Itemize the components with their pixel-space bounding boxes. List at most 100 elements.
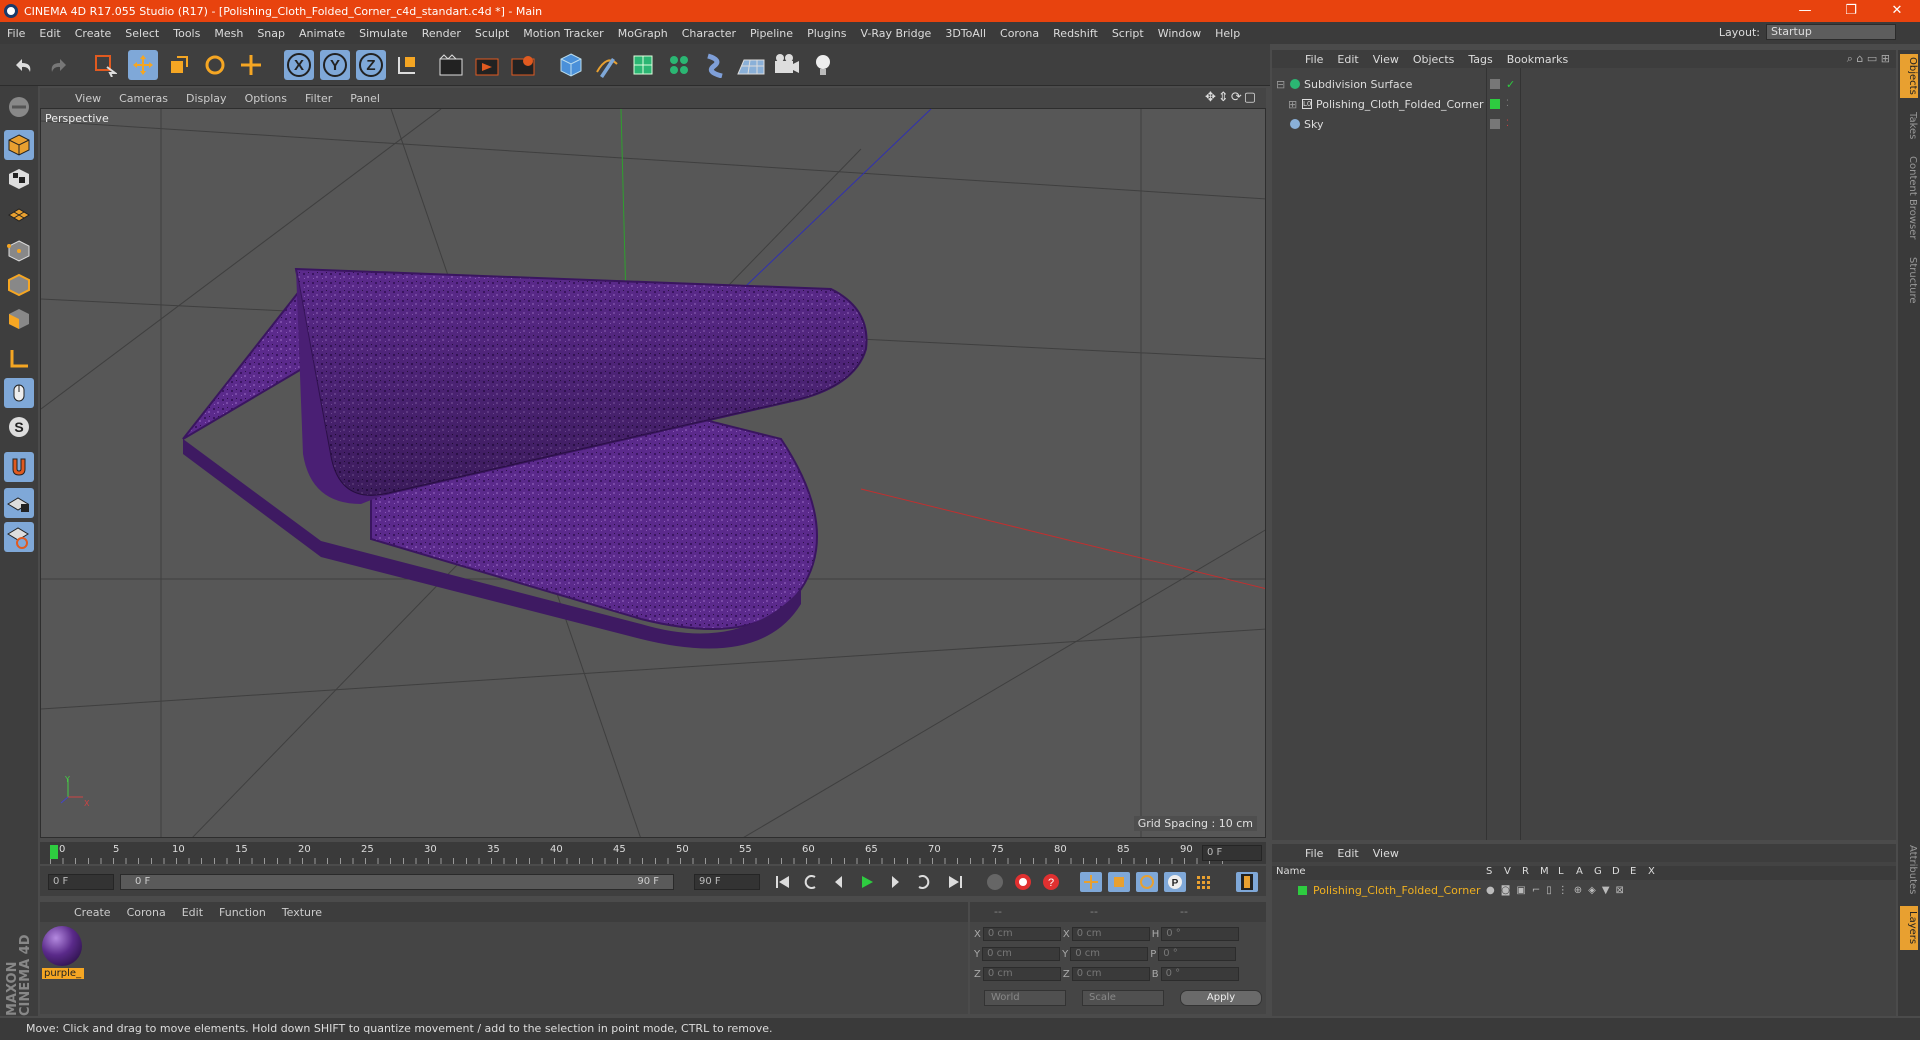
position-z-field[interactable]: 0 cm	[982, 967, 1061, 981]
key-point-level-icon[interactable]	[1192, 872, 1214, 892]
transform-mode-dropdown[interactable]: Scale	[1082, 990, 1164, 1006]
menu-tools[interactable]: Tools	[166, 27, 207, 40]
size-y-field[interactable]: 0 cm	[1070, 947, 1149, 961]
previous-frame-icon[interactable]	[828, 872, 850, 892]
object-row[interactable]: Sky ⁚	[1272, 114, 1896, 134]
redo-icon[interactable]	[44, 50, 74, 80]
menu-script[interactable]: Script	[1105, 27, 1151, 40]
rotation-p-field[interactable]: 0 °	[1158, 947, 1237, 961]
previous-keyframe-icon[interactable]	[800, 872, 822, 892]
points-mode-icon[interactable]	[4, 236, 34, 266]
menu-pipeline[interactable]: Pipeline	[743, 27, 800, 40]
min-time-field[interactable]: 0 F	[48, 874, 114, 890]
layer-color-icon[interactable]	[1490, 99, 1500, 109]
om-menu-file[interactable]: File	[1298, 53, 1330, 66]
menu-mograph[interactable]: MoGraph	[611, 27, 675, 40]
3d-viewport[interactable]: Y X Perspective Grid Spacing : 10 cm	[40, 108, 1266, 838]
floor-environment-icon[interactable]	[736, 50, 766, 80]
layer-toggle-icons[interactable]: ●◙▣⌐▯⋮⊕◈▼⊠	[1486, 885, 1630, 896]
menu-vray-bridge[interactable]: V-Ray Bridge	[853, 27, 938, 40]
preview-range-slider[interactable]: 0 F 90 F	[120, 874, 674, 890]
undo-icon[interactable]	[8, 50, 38, 80]
model-mode-icon[interactable]	[4, 130, 34, 160]
menu-snap[interactable]: Snap	[250, 27, 292, 40]
transform-tool-icon[interactable]	[236, 50, 266, 80]
polygons-mode-icon[interactable]	[4, 304, 34, 334]
solo-mode-icon[interactable]: S	[4, 412, 34, 442]
menu-window[interactable]: Window	[1151, 27, 1208, 40]
key-position-icon[interactable]	[1080, 872, 1102, 892]
viewport-menu-display[interactable]: Display	[177, 92, 236, 105]
pen-spline-icon[interactable]	[592, 50, 622, 80]
coordinate-space-dropdown[interactable]: World	[984, 990, 1066, 1006]
enabled-check-icon[interactable]: ✓	[1506, 78, 1515, 91]
menu-motion-tracker[interactable]: Motion Tracker	[516, 27, 610, 40]
layer-row[interactable]: Polishing_Cloth_Folded_Corner ●◙▣⌐▯⋮⊕◈▼⊠	[1272, 882, 1896, 898]
playhead[interactable]	[50, 845, 58, 859]
texture-mode-icon[interactable]	[4, 164, 34, 194]
menu-select[interactable]: Select	[118, 27, 166, 40]
menu-3dtoall[interactable]: 3DToAll	[938, 27, 993, 40]
polishing-cloth-model[interactable]	[182, 267, 868, 649]
tab-attributes[interactable]: Attributes	[1900, 840, 1918, 900]
restore-button[interactable]: ❐	[1828, 0, 1874, 22]
timeline-ruler[interactable]: 0 5 10 15 20 25 30 35 40 45 50 55 60 65 …	[40, 842, 1266, 864]
material-menu-function[interactable]: Function	[211, 906, 274, 919]
live-selection-icon[interactable]	[90, 50, 120, 80]
viewport-menu-options[interactable]: Options	[236, 92, 296, 105]
object-row[interactable]: ⊞ L0 Polishing_Cloth_Folded_Corner ⁚	[1272, 94, 1896, 114]
menu-redshift[interactable]: Redshift	[1046, 27, 1105, 40]
planar-workplane-icon[interactable]	[4, 522, 34, 552]
tab-takes[interactable]: Takes	[1900, 106, 1918, 146]
key-rotation-icon[interactable]	[1136, 872, 1158, 892]
go-to-end-icon[interactable]	[944, 872, 966, 892]
menu-create[interactable]: Create	[68, 27, 119, 40]
tweak-mode-icon[interactable]	[4, 378, 34, 408]
layer-color-swatch[interactable]	[1298, 885, 1307, 895]
snapping-icon[interactable]	[4, 452, 34, 482]
expand-icon[interactable]: ⊞	[1288, 98, 1302, 111]
menu-render[interactable]: Render	[415, 27, 468, 40]
material-menu-edit[interactable]: Edit	[174, 906, 211, 919]
max-time-field[interactable]: 90 F	[694, 874, 760, 890]
z-axis-lock-icon[interactable]: Z	[356, 50, 386, 80]
om-menu-bookmarks[interactable]: Bookmarks	[1500, 53, 1575, 66]
menu-character[interactable]: Character	[675, 27, 743, 40]
render-picture-viewer-icon[interactable]	[472, 50, 502, 80]
tab-content-browser[interactable]: Content Browser	[1900, 150, 1918, 246]
tab-structure[interactable]: Structure	[1900, 250, 1918, 310]
om-menu-edit[interactable]: Edit	[1330, 53, 1365, 66]
visibility-dots-icon[interactable]: ⁚	[1506, 99, 1509, 109]
render-settings-icon[interactable]	[508, 50, 538, 80]
y-axis-lock-icon[interactable]: Y	[320, 50, 350, 80]
menu-corona[interactable]: Corona	[993, 27, 1046, 40]
next-keyframe-icon[interactable]	[912, 872, 934, 892]
record-keys-icon[interactable]	[1012, 872, 1034, 892]
viewport-nav-icons[interactable]: ✥⇕⟳▢	[1205, 90, 1258, 105]
om-menu-view[interactable]: View	[1366, 53, 1406, 66]
editor-visibility-icon[interactable]	[1490, 79, 1500, 89]
cloner-icon[interactable]	[664, 50, 694, 80]
light-icon[interactable]	[808, 50, 838, 80]
apply-button[interactable]: Apply	[1180, 990, 1262, 1006]
go-to-start-icon[interactable]	[772, 872, 794, 892]
material-menu-texture[interactable]: Texture	[274, 906, 330, 919]
coordinate-system-icon[interactable]	[392, 50, 422, 80]
deformer-icon[interactable]	[700, 50, 730, 80]
position-y-field[interactable]: 0 cm	[982, 947, 1061, 961]
menu-plugins[interactable]: Plugins	[800, 27, 853, 40]
position-x-field[interactable]: 0 cm	[982, 927, 1061, 941]
make-editable-icon[interactable]	[4, 92, 34, 122]
play-icon[interactable]	[856, 872, 878, 892]
lm-menu-view[interactable]: View	[1366, 847, 1406, 860]
rotate-tool-icon[interactable]	[200, 50, 230, 80]
subdivision-surface-icon[interactable]	[628, 50, 658, 80]
menu-mesh[interactable]: Mesh	[207, 27, 250, 40]
editor-visibility-icon[interactable]	[1490, 119, 1500, 129]
material-swatch[interactable]: purple_	[42, 926, 84, 984]
locked-workplane-icon[interactable]	[4, 488, 34, 518]
tab-layers[interactable]: Layers	[1900, 906, 1918, 950]
camera-icon[interactable]	[772, 50, 802, 80]
minimize-button[interactable]: —	[1782, 0, 1828, 22]
expand-icon[interactable]: ⊟	[1276, 78, 1290, 91]
